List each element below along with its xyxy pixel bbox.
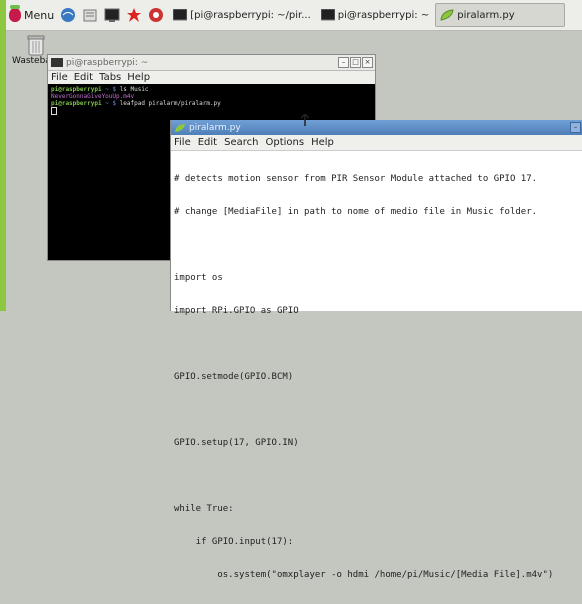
mouse-pointer-icon <box>300 112 310 129</box>
wolfram-icon[interactable] <box>147 6 165 24</box>
window-title: piralarm.py <box>189 122 241 133</box>
terminal-line: pi@raspberrypi ~ $ leafpad piralarm/pira… <box>51 100 221 107</box>
code-line: import RPi.GPIO as GPIO <box>174 306 299 316</box>
code-line: while True: <box>174 504 234 514</box>
terminal-line: pi@raspberrypi ~ $ ls Music <box>51 86 149 93</box>
editor-titlebar[interactable]: piralarm.py – <box>171 120 582 135</box>
menu-item-file[interactable]: File <box>51 72 68 83</box>
menu-item-file[interactable]: File <box>174 137 191 148</box>
code-line: GPIO.setmode(GPIO.BCM) <box>174 372 294 382</box>
taskbar-item-terminal-pir[interactable]: [pi@raspberrypi: ~/pir... <box>169 4 315 26</box>
taskbar-item-piralarm[interactable]: piralarm.py <box>435 3 566 27</box>
maximize-button[interactable]: □ <box>350 57 361 68</box>
code-line: GPIO.setup(17, GPIO.IN) <box>174 438 299 448</box>
taskbar: Menu [pi@raspberrypi: ~/pir... pi@raspbe… <box>6 0 582 31</box>
terminal-menubar: File Edit Tabs Help <box>48 71 375 84</box>
menu-label: Menu <box>24 8 55 22</box>
leafpad-icon <box>175 123 185 132</box>
menu-item-tabs[interactable]: Tabs <box>99 72 121 83</box>
menu-item-help[interactable]: Help <box>127 72 150 83</box>
leafpad-window[interactable]: piralarm.py – File Edit Search Options H… <box>170 120 582 580</box>
terminal-icon <box>173 9 188 21</box>
code-line: # detects motion sensor from PIR Sensor … <box>174 174 538 184</box>
raspberry-pi-icon <box>9 5 21 22</box>
menu-item-help[interactable]: Help <box>311 137 334 148</box>
menu-item-search[interactable]: Search <box>224 137 258 148</box>
code-line: # change [MediaFile] in path to nome of … <box>174 207 538 217</box>
menu-item-options[interactable]: Options <box>265 137 304 148</box>
task-label: [pi@raspberrypi: ~/pir... <box>190 9 311 21</box>
math-kernel-icon[interactable] <box>125 6 143 24</box>
minimize-button[interactable]: – <box>570 122 581 133</box>
screen-border <box>0 0 6 311</box>
file-manager-icon[interactable] <box>81 6 99 24</box>
taskbar-item-terminal-home[interactable]: pi@raspberrypi: ~ <box>317 4 433 26</box>
code-line: import os <box>174 273 223 283</box>
code-line: if GPIO.input(17): <box>174 537 294 547</box>
code-line: os.system("omxplayer -o hdmi /home/pi/Mu… <box>174 570 554 580</box>
task-label: pi@raspberrypi: ~ <box>337 9 430 21</box>
terminal-cursor <box>51 107 57 115</box>
minimize-button[interactable]: – <box>338 57 349 68</box>
terminal-output[interactable]: pi@raspberrypi ~ $ ls Music NeverGonnaGi… <box>48 84 375 117</box>
editor-text-area[interactable]: # detects motion sensor from PIR Sensor … <box>171 151 582 604</box>
window-title: pi@raspberrypi: ~ <box>66 57 149 68</box>
browser-icon[interactable] <box>59 6 77 24</box>
close-button[interactable]: × <box>362 57 373 68</box>
menu-item-edit[interactable]: Edit <box>198 137 217 148</box>
terminal-titlebar[interactable]: pi@raspberrypi: ~ – □ × <box>48 55 375 71</box>
terminal-icon[interactable] <box>103 6 121 24</box>
terminal-icon <box>320 9 335 21</box>
menu-item-edit[interactable]: Edit <box>74 72 93 83</box>
task-label: piralarm.py <box>457 9 515 21</box>
terminal-line: NeverGonnaGiveYouUp.m4v <box>51 93 135 100</box>
editor-menubar: File Edit Search Options Help <box>171 135 582 151</box>
menu-button[interactable]: Menu <box>6 3 57 27</box>
leafpad-icon <box>440 9 454 21</box>
terminal-icon <box>51 57 63 67</box>
